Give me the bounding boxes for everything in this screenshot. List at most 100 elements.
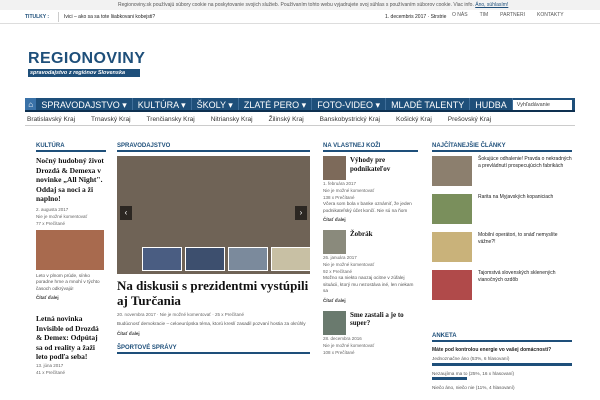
article-title[interactable]: Letná novinka Invisible od Drozdá & Deme… <box>36 314 106 362</box>
nav-mlade-talenty[interactable]: MLADÉ TALENTY <box>386 98 471 110</box>
article-date: 26. januára 2017 <box>323 255 357 260</box>
nav-kultura[interactable]: KULTÚRA ▾ <box>133 98 192 110</box>
list-item: Sme zastali a je to super? <box>323 310 418 335</box>
slider-thumbnail[interactable] <box>271 247 310 271</box>
article-title[interactable]: Na diskusii s prezidentmi vystúpili aj T… <box>117 278 310 308</box>
slider-prev-icon[interactable]: ‹ <box>120 206 132 220</box>
list-item[interactable]: Šokujúce odhalenie! Pravda o nekradných … <box>432 156 572 186</box>
nav-foto-video[interactable]: FOTO-VIDEO ▾ <box>312 98 387 110</box>
list-item[interactable]: Rarita na Myjavských kopaniciach <box>432 194 572 224</box>
photo-slider[interactable]: ‹ › <box>117 156 310 274</box>
slider-thumbnail[interactable] <box>185 247 225 271</box>
najcitanejsie-column: Šokujúce odhalenie! Pravda o nekradných … <box>432 156 572 308</box>
nav-skoly[interactable]: ŠKOLY ▾ <box>192 98 239 110</box>
read-more-link[interactable]: Čítať ďalej <box>323 217 418 222</box>
slider-thumbnail[interactable] <box>228 247 268 271</box>
article-title[interactable]: Šokujúce odhalenie! Pravda o nekradných … <box>478 156 572 186</box>
article-excerpt: Budúcnosť demokracie – celoeurópska téma… <box>117 321 306 326</box>
article-excerpt: Leto v plnom prúde, sínko poradne hrne a… <box>36 272 100 291</box>
cookie-text: Regionoviny.sk používajú súbory cookie n… <box>118 2 474 8</box>
spravodajstvo-column: ‹ › Na diskusii s prezidentmi vystúpili … <box>117 156 310 354</box>
section-title-spravodajstvo[interactable]: SPRAVODAJSTVO <box>117 142 310 152</box>
poll-bar <box>432 362 572 366</box>
article-views: 108 x Prečítané <box>323 349 355 355</box>
nav-hudba[interactable]: HUDBA <box>470 98 513 110</box>
logo-tagline: spravodajstvo z regiónov Slovenska <box>28 69 140 77</box>
article-image[interactable] <box>432 194 472 224</box>
poll-option[interactable]: Nezaujíma ma to (25%, 16 x hlasovaní) <box>432 371 572 378</box>
article-image[interactable] <box>323 310 346 335</box>
article-image[interactable] <box>432 270 472 300</box>
section-title-vlastna-koza[interactable]: NA VLASTNEJ KOŽI <box>323 142 418 152</box>
top-nav-team[interactable]: TIM <box>480 8 489 22</box>
top-nav-about[interactable]: O NÁS <box>452 8 468 22</box>
top-nav-partners[interactable]: PARTNERI <box>500 8 525 22</box>
search-input[interactable]: Vyhľadávanie <box>512 100 572 110</box>
article-image[interactable] <box>432 232 472 262</box>
article-meta-row: 20. novembra 2017 · Nie je možné komento… <box>117 312 245 317</box>
article-image[interactable] <box>432 156 472 186</box>
site-logo[interactable]: REGIONOVINY spravodajstvo z regiónov Slo… <box>28 50 146 77</box>
section-title-sport[interactable]: ŠPORTOVÉ SPRÁVY <box>117 344 310 354</box>
top-nav-contacts[interactable]: KONTAKTY <box>537 8 564 22</box>
region-nav: Bratislavský Kraj Trnavský Kraj Trenčian… <box>25 114 575 126</box>
article-views: 41 x Prečítané <box>36 369 66 375</box>
region-trencin[interactable]: Trenčiansky Kraj <box>145 114 197 125</box>
article-image[interactable] <box>36 229 104 270</box>
top-nav: O NÁS TIM PARTNERI KONTAKTY <box>452 8 576 22</box>
article-comments: Nie je možné komentovať <box>323 188 375 193</box>
list-item: Žobrák <box>323 230 418 254</box>
read-more-link[interactable]: Čítať ďalej <box>117 331 310 336</box>
section-title-kultura[interactable]: KULTÚRA <box>36 142 106 152</box>
list-item[interactable]: Mobilní operátori, to snáď nemyslíte váž… <box>432 232 572 262</box>
region-zilina[interactable]: Žilinský Kraj <box>267 114 306 125</box>
region-bratislava[interactable]: Bratislavský Kraj <box>25 114 77 125</box>
article-title[interactable]: Mobilní operátori, to snáď nemyslíte váž… <box>478 232 572 262</box>
logo-name: REGIONOVINY <box>28 50 146 67</box>
nav-zlate-pero[interactable]: ZLATÉ PERO ▾ <box>239 98 313 110</box>
article-title[interactable]: Nočný hudobný život Drozdá & Demexa v no… <box>36 156 106 204</box>
read-more-link[interactable]: Čítať ďalej <box>323 298 418 303</box>
article-date: 28. decembra 2016 <box>323 335 362 341</box>
slider-thumbnail[interactable] <box>142 247 182 271</box>
article-views: 138 x Prečítané <box>323 195 355 200</box>
nav-spravodajstvo[interactable]: SPRAVODAJSTVO ▾ <box>36 98 133 110</box>
article-date: 2. augusta 2017 <box>36 206 69 212</box>
region-kosice[interactable]: Košický Kraj <box>394 114 434 125</box>
list-item: Výhody pre podnikateľov <box>323 156 418 180</box>
home-icon[interactable]: ⌂ <box>25 98 37 110</box>
article-views: 92 x Prečítané <box>323 269 353 274</box>
article-title[interactable]: Rarita na Myjavských kopaniciach <box>478 194 553 224</box>
article-image[interactable] <box>323 156 346 180</box>
poll-option[interactable]: Niečo áno, niečo nie (11%, 4 hlasovaní) <box>432 385 572 392</box>
article-date: 13. júna 2017 <box>36 362 64 368</box>
vlastna-koza-column: Výhody pre podnikateľov 1. februára 2017… <box>323 156 418 356</box>
region-trnava[interactable]: Trnavský Kraj <box>89 114 133 125</box>
article-date: 1. februára 2017 <box>323 181 357 186</box>
list-item[interactable]: Tajomstvá slovenských sklenených vianočn… <box>432 270 572 300</box>
main-nav: ⌂ SPRAVODAJSTVO ▾ KULTÚRA ▾ ŠKOLY ▾ ZLAT… <box>25 98 575 112</box>
article-title[interactable]: Tajomstvá slovenských sklenených vianočn… <box>478 270 572 300</box>
article-comments: Nie je možné komentovať <box>323 342 375 348</box>
article-comments: Nie je možné komentovať <box>36 213 88 219</box>
kultura-column: Nočný hudobný život Drozdá & Demexa v no… <box>36 156 106 376</box>
region-nitra[interactable]: Nitriansky Kraj <box>209 114 255 125</box>
region-banska-bystrica[interactable]: Banskobystrický Kraj <box>318 114 382 125</box>
ticker-label: TITULKY : <box>25 14 50 20</box>
article-comments: Nie je možné komentovať <box>323 262 375 267</box>
article-date: 20. novembra 2017 <box>117 312 156 317</box>
article-excerpt: Včera som bola v banke oznámiť, že jeden… <box>323 201 412 213</box>
slider-next-icon[interactable]: › <box>295 206 307 220</box>
article-image[interactable] <box>323 230 346 254</box>
article-title[interactable]: Sme zastali a je to super? <box>350 311 418 335</box>
poll-bar <box>432 377 467 380</box>
poll-question: Máte pod kontrolou energie vo vašej domá… <box>432 347 552 353</box>
article-title[interactable]: Žobrák <box>350 230 373 254</box>
read-more-link[interactable]: Čítať ďalej <box>36 295 106 300</box>
ticker-text[interactable]: Ivici – ako sa sa tote liiabkovani kobej… <box>58 12 358 22</box>
region-presov[interactable]: Prešovský Kraj <box>446 114 493 125</box>
section-title-najcitanejsie: NAJČÍTANEJŠIE ČLÁNKY <box>432 142 572 152</box>
article-comments: Nie je možné komentovať <box>159 312 211 317</box>
top-bar: TITULKY : Ivici – ako sa sa tote liiabko… <box>0 10 600 24</box>
article-title[interactable]: Výhody pre podnikateľov <box>350 156 418 180</box>
